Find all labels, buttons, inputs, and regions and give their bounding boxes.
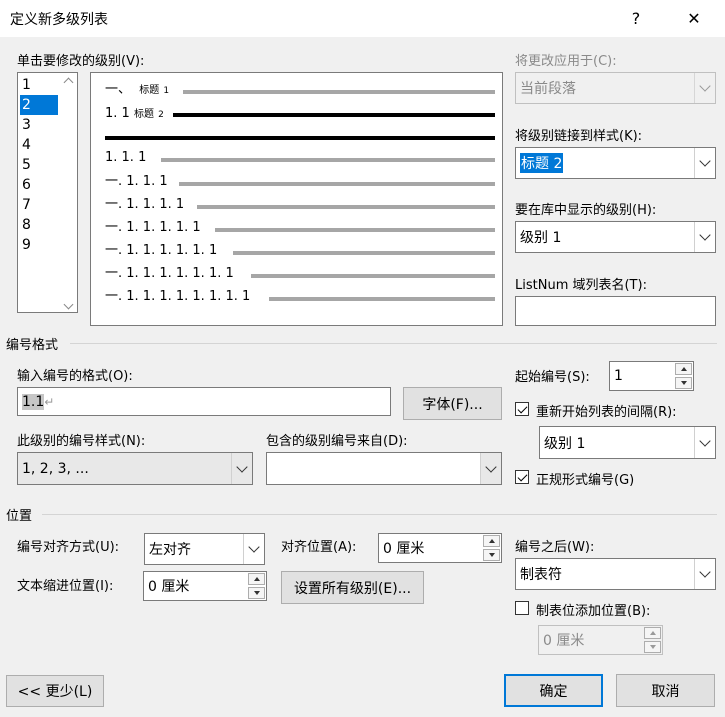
chevron-down-icon: [694, 73, 715, 103]
preview-row: 一、 标题 1: [105, 82, 170, 97]
preview-bar: [215, 228, 495, 232]
spin-up-icon[interactable]: [675, 363, 692, 375]
tab-add-label: 制表位添加位置(B):: [536, 604, 651, 619]
preview-bar: [269, 297, 495, 301]
preview-row: 一. 1. 1. 1: [105, 174, 168, 189]
spin-up-icon[interactable]: [483, 535, 500, 547]
preview-bar: [161, 158, 495, 162]
preview-row: 1. 1 标题 2: [105, 106, 164, 121]
position-group: 位置: [6, 509, 33, 524]
preview-row: 一. 1. 1. 1. 1. 1. 1. 1: [105, 266, 234, 281]
preview-bar: [197, 205, 495, 209]
chevron-down-icon: [480, 453, 501, 484]
restart-checkbox[interactable]: [515, 402, 529, 416]
restart-select[interactable]: 级别 1: [539, 426, 716, 459]
close-button[interactable]: ✕: [671, 0, 717, 37]
checkmark-icon: [517, 403, 527, 413]
tab-add-checkbox[interactable]: [515, 601, 529, 615]
preview-bar-selected: [105, 136, 495, 140]
chevron-down-icon: [694, 559, 715, 589]
start-at-label: 起始编号(S):: [515, 370, 590, 385]
preview-bar-selected: [173, 113, 495, 117]
font-button[interactable]: 字体(F)...: [403, 387, 502, 420]
cancel-button[interactable]: 取消: [616, 674, 715, 707]
window-title: 定义新多级列表: [10, 12, 108, 28]
preview-row: 一. 1. 1. 1. 1. 1: [105, 220, 201, 235]
legal-label: 正规形式编号(G): [536, 473, 635, 488]
help-button[interactable]: ?: [613, 0, 659, 37]
number-format-group: 编号格式: [6, 338, 59, 353]
level-preview: 一、 标题 1 1. 1 标题 2 1. 1. 1 一. 1. 1. 1 一. …: [90, 72, 503, 326]
include-level-select[interactable]: [266, 452, 502, 485]
level-item[interactable]: 9: [20, 235, 58, 255]
level-item[interactable]: 3: [20, 115, 58, 135]
restart-label: 重新开始列表的间隔(R):: [536, 405, 677, 420]
include-level-label: 包含的级别编号来自(D):: [266, 434, 408, 449]
align-at-spinner[interactable]: 0 厘米: [378, 533, 502, 563]
preview-bar: [233, 251, 495, 255]
align-at-label: 对齐位置(A):: [281, 540, 357, 555]
preview-row: 一. 1. 1. 1. 1. 1. 1. 1. 1: [105, 289, 251, 304]
chevron-down-icon: [243, 534, 264, 564]
apply-to-label: 将更改应用于(C):: [515, 54, 617, 69]
preview-bar: [179, 182, 495, 186]
follow-label: 编号之后(W):: [515, 540, 595, 555]
set-all-levels-button[interactable]: 设置所有级别(E)...: [281, 571, 424, 604]
level-item[interactable]: 1: [20, 75, 58, 95]
spin-down-icon[interactable]: [483, 549, 500, 561]
preview-bar: [251, 274, 495, 278]
preview-row: 一. 1. 1. 1. 1. 1. 1: [105, 243, 218, 258]
scroll-down-icon[interactable]: [63, 299, 74, 310]
indent-label: 文本缩进位置(I):: [17, 579, 114, 594]
chevron-down-icon: [694, 148, 715, 178]
spin-up-icon[interactable]: [248, 573, 265, 585]
scroll-up-icon[interactable]: [63, 73, 74, 88]
gallery-level-select[interactable]: 级别 1: [515, 221, 716, 253]
level-item[interactable]: 4: [20, 135, 58, 155]
chevron-down-icon: [694, 222, 715, 252]
listnum-label: ListNum 域列表名(T):: [515, 278, 647, 293]
indent-spinner[interactable]: 0 厘米: [143, 571, 267, 601]
level-item[interactable]: 2: [20, 95, 58, 115]
follow-select[interactable]: 制表符: [515, 558, 716, 590]
spin-down-icon[interactable]: [675, 377, 692, 389]
group-divider: [42, 514, 717, 515]
legal-checkbox[interactable]: [515, 470, 529, 484]
level-item[interactable]: 7: [20, 195, 58, 215]
level-item[interactable]: 5: [20, 155, 58, 175]
align-label: 编号对齐方式(U):: [17, 540, 120, 555]
preview-bar: [183, 90, 495, 94]
link-style-label: 将级别链接到样式(K):: [515, 129, 643, 144]
number-style-label: 此级别的编号样式(N):: [17, 434, 146, 449]
level-scrollbar[interactable]: [61, 73, 77, 312]
spin-up-icon[interactable]: [644, 627, 661, 639]
less-button[interactable]: << 更少(L): [6, 675, 104, 707]
preview-row: 一. 1. 1. 1. 1: [105, 197, 185, 212]
spin-down-icon[interactable]: [644, 641, 661, 653]
title-bar: 定义新多级列表 ? ✕: [0, 0, 725, 37]
chevron-down-icon: [231, 453, 252, 484]
levels-label: 单击要修改的级别(V):: [17, 54, 145, 69]
tab-add-spinner[interactable]: 0 厘米: [538, 625, 663, 655]
listnum-input[interactable]: [515, 296, 716, 326]
number-style-select[interactable]: 1, 2, 3, ...: [17, 452, 253, 485]
checkmark-icon: [517, 471, 527, 481]
format-input[interactable]: 1.1 ↵: [17, 387, 391, 416]
gallery-level-label: 要在库中显示的级别(H):: [515, 203, 657, 218]
align-select[interactable]: 左对齐: [144, 533, 265, 565]
start-at-spinner[interactable]: 1: [609, 361, 694, 391]
preview-row: 1. 1. 1: [105, 150, 147, 165]
close-icon: ✕: [687, 9, 701, 28]
spin-down-icon[interactable]: [248, 587, 265, 599]
chevron-down-icon: [694, 427, 715, 458]
group-divider: [70, 343, 717, 344]
link-style-select[interactable]: 标题 2: [515, 147, 716, 179]
format-label: 输入编号的格式(O):: [17, 369, 133, 384]
level-item[interactable]: 8: [20, 215, 58, 235]
ok-button[interactable]: 确定: [504, 674, 603, 707]
level-listbox[interactable]: 1 2 3 4 5 6 7 8 9: [17, 72, 78, 313]
level-item[interactable]: 6: [20, 175, 58, 195]
apply-to-select[interactable]: 当前段落: [515, 72, 716, 104]
